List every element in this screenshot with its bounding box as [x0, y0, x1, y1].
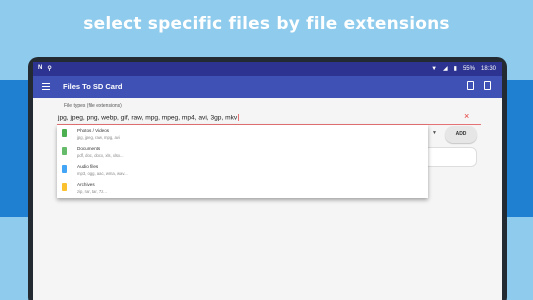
headline: select specific files by file extensions — [83, 14, 450, 34]
document-icon — [62, 147, 67, 155]
dropdown-item-title: Photos / Videos — [77, 128, 110, 133]
status-time: 18:30 — [480, 65, 496, 72]
dropdown-item-subtitle: pdf, doc, docx, xls, xlsx... — [77, 153, 124, 158]
status-right: ▼ ◢ ▮ 55% 18:30 — [431, 65, 496, 73]
archive-icon — [62, 183, 67, 191]
add-button[interactable]: ADD — [445, 126, 477, 143]
dropdown-item-archives[interactable]: Archives zip, rar, tar, 7z... — [57, 180, 428, 198]
dropdown-item-subtitle: mp3, ogg, aac, wma, wav... — [77, 171, 128, 176]
usb-icon: ⚲ — [47, 66, 52, 72]
battery-icon: ▮ — [453, 66, 457, 72]
status-bar: N ⚲ ▼ ◢ ▮ 55% 18:30 — [33, 62, 502, 76]
dropdown-item-photos[interactable]: Photos / Videos jpg, jpeg, raw, mpg, avi — [57, 126, 428, 144]
dropdown-item-title: Audio files — [77, 164, 99, 169]
status-left-icons: N ⚲ — [38, 65, 52, 72]
suggestion-dropdown: Photos / Videos jpg, jpeg, raw, mpg, avi… — [57, 125, 428, 198]
signal-icon: ◢ — [443, 66, 448, 72]
dropdown-item-subtitle: jpg, jpeg, raw, mpg, avi — [77, 135, 120, 140]
wifi-icon: ▼ — [431, 65, 438, 72]
file-types-input[interactable]: jpg, jpeg, png, webp, gif, raw, mpg, mpe… — [58, 114, 239, 121]
menu-icon[interactable] — [42, 83, 50, 90]
dropdown-arrow-icon[interactable]: ▼ — [432, 130, 437, 136]
battery-percent: 55% — [462, 65, 475, 72]
document-icon[interactable] — [484, 81, 491, 90]
app-bar: Files To SD Card — [33, 76, 502, 98]
secondary-field[interactable] — [423, 147, 477, 167]
dropdown-item-title: Archives — [77, 182, 95, 187]
photo-icon — [62, 129, 67, 137]
music-icon — [62, 165, 67, 173]
clear-icon[interactable]: × — [464, 112, 469, 121]
file-types-value: jpg, jpeg, png, webp, gif, raw, mpg, mpe… — [58, 114, 238, 122]
dropdown-item-title: Documents — [77, 146, 101, 151]
n-logo-icon: N — [38, 65, 43, 71]
dropdown-item-subtitle: zip, rar, tar, 7z... — [77, 189, 107, 194]
copy-icon[interactable] — [467, 81, 474, 90]
app-title: Files To SD Card — [63, 82, 123, 91]
dropdown-item-documents[interactable]: Documents pdf, doc, docx, xls, xlsx... — [57, 144, 428, 162]
file-types-label: File types (file extensions) — [64, 103, 122, 109]
dropdown-item-audio[interactable]: Audio files mp3, ogg, aac, wma, wav... — [57, 162, 428, 180]
text-caret — [237, 114, 239, 121]
app-screen: N ⚲ ▼ ◢ ▮ 55% 18:30 Files To SD Card Fil… — [33, 62, 502, 300]
